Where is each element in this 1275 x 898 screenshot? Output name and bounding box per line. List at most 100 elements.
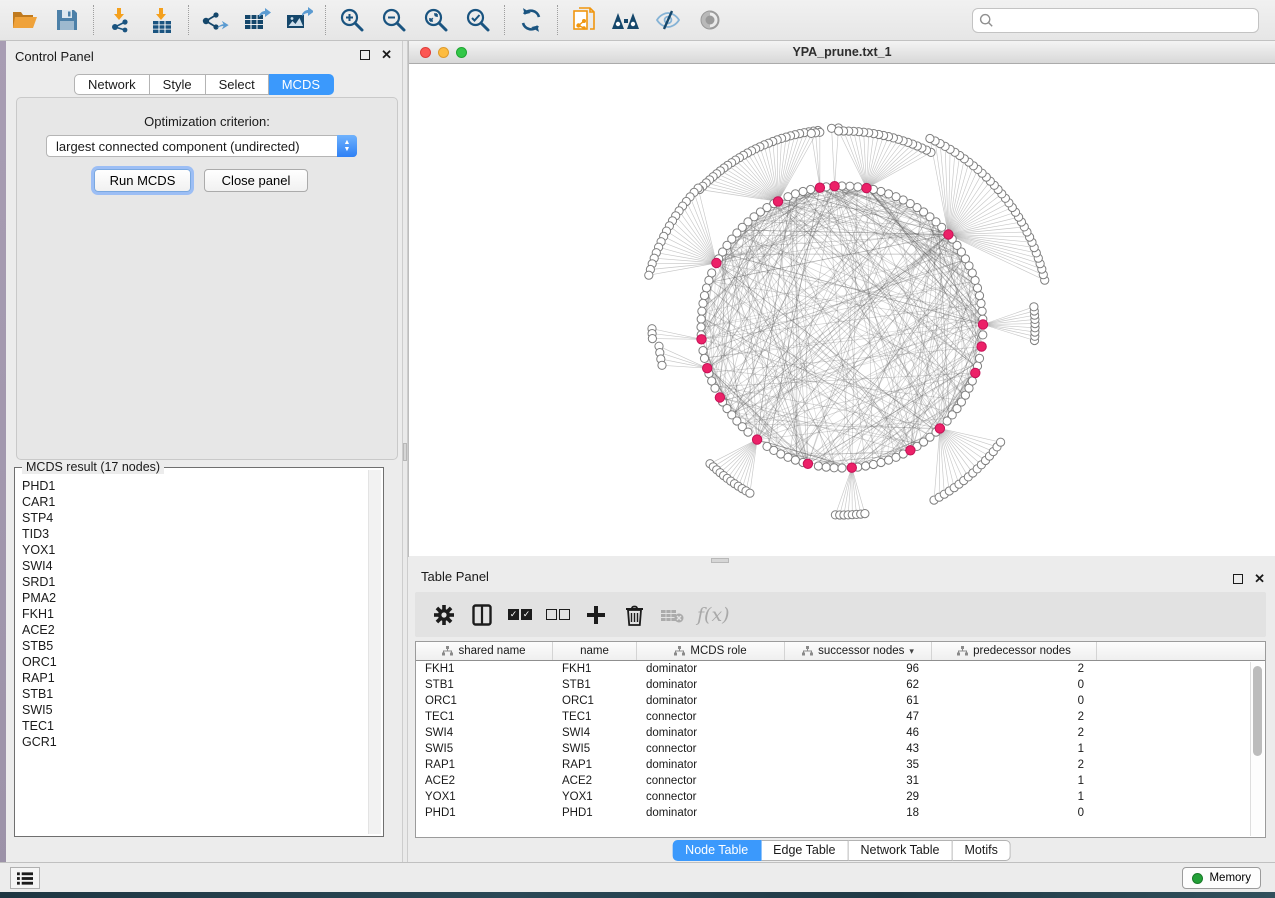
window-close-button[interactable] [420, 47, 431, 58]
table-row[interactable]: SWI5SWI5connector431 [416, 741, 1265, 757]
control-panel: Control Panel ✕ NetworkStyleSelectMCDS O… [6, 41, 402, 862]
tab-network[interactable]: Network [74, 74, 150, 95]
mcds-result-item[interactable]: STP4 [17, 510, 367, 526]
delete-columns-button[interactable] [621, 602, 647, 628]
zoom-selected-button[interactable] [457, 3, 499, 37]
birds-eye-view-icon [611, 9, 641, 31]
table-row[interactable]: RAP1RAP1dominator352 [416, 757, 1265, 773]
window-zoom-button[interactable] [456, 47, 467, 58]
table-row[interactable]: FKH1FKH1dominator962 [416, 661, 1265, 677]
export-table-button[interactable] [236, 3, 278, 37]
import-table-button[interactable] [141, 3, 183, 37]
mcds-result-item[interactable]: PMA2 [17, 590, 367, 606]
show-columns-button[interactable] [469, 602, 495, 628]
cell: YOX1 [553, 789, 637, 805]
show-graphics-details-button[interactable] [689, 3, 731, 37]
mcds-result-item[interactable]: YOX1 [17, 542, 367, 558]
mcds-result-item[interactable]: ACE2 [17, 622, 367, 638]
close-panel-button[interactable]: Close panel [204, 169, 308, 192]
float-panel-icon[interactable] [360, 50, 370, 60]
column-header-name[interactable]: name [553, 642, 637, 660]
mcds-result-item[interactable]: ORC1 [17, 654, 367, 670]
cell: 61 [785, 693, 932, 709]
window-minimize-button[interactable] [438, 47, 449, 58]
delete-table-button[interactable] [659, 602, 685, 628]
open-network-file-button[interactable] [563, 3, 605, 37]
table-row[interactable]: YOX1YOX1connector291 [416, 789, 1265, 805]
mcds-list-scrollbar[interactable] [368, 470, 381, 834]
column-header-MCDS-role[interactable]: MCDS role [637, 642, 785, 660]
hide-graphics-details-button[interactable] [647, 3, 689, 37]
network-view-window: YPA_prune.txt_1 [408, 41, 1275, 557]
table-row[interactable]: STB1STB1dominator620 [416, 677, 1265, 693]
horizontal-splitter[interactable] [408, 557, 1275, 565]
mcds-result-item[interactable]: SWI5 [17, 702, 367, 718]
tab-select[interactable]: Select [206, 74, 269, 95]
close-panel-icon[interactable]: ✕ [1254, 574, 1265, 584]
tab-mcds[interactable]: MCDS [269, 74, 334, 95]
cell: 2 [932, 757, 1097, 773]
import-network-button[interactable] [99, 3, 141, 37]
save-session-button[interactable] [46, 3, 88, 37]
mcds-result-item[interactable]: RAP1 [17, 670, 367, 686]
export-network-icon [202, 7, 229, 33]
mcds-result-item[interactable]: STB5 [17, 638, 367, 654]
criterion-select[interactable]: largest connected component (undirected)… [46, 135, 357, 157]
network-window-titlebar[interactable]: YPA_prune.txt_1 [409, 41, 1275, 64]
network-canvas[interactable] [409, 64, 1275, 556]
refresh-view-button[interactable] [510, 3, 552, 37]
tab-node-table[interactable]: Node Table [672, 840, 761, 861]
toolbar-separator [93, 5, 94, 35]
cell: dominator [637, 725, 785, 741]
search-input[interactable] [994, 12, 1252, 28]
scrollbar-thumb[interactable] [1253, 666, 1262, 756]
main-toolbar [0, 0, 1275, 41]
table-scrollbar[interactable] [1250, 662, 1264, 836]
mcds-result-item[interactable]: TID3 [17, 526, 367, 542]
memory-button[interactable]: Memory [1182, 867, 1261, 889]
mcds-result-item[interactable]: GCR1 [17, 734, 367, 750]
mcds-result-item[interactable]: TEC1 [17, 718, 367, 734]
unchecked-box-icon [546, 609, 557, 620]
network-window-title: YPA_prune.txt_1 [409, 41, 1275, 63]
zoom-out-button[interactable] [373, 3, 415, 37]
task-history-button[interactable] [10, 867, 40, 889]
column-header-predecessor-nodes[interactable]: predecessor nodes [932, 642, 1097, 660]
cell: STB1 [416, 677, 553, 693]
mcds-result-item[interactable]: FKH1 [17, 606, 367, 622]
tab-edge-table[interactable]: Edge Table [761, 840, 848, 861]
close-panel-icon[interactable]: ✕ [381, 50, 392, 60]
function-builder-button[interactable]: f(x) [697, 604, 730, 626]
open-file-button[interactable] [4, 3, 46, 37]
unselect-all-columns-button[interactable] [545, 602, 571, 628]
mcds-result-item[interactable]: STB1 [17, 686, 367, 702]
attribute-icon [802, 646, 813, 656]
tab-network-table[interactable]: Network Table [849, 840, 953, 861]
desktop-wallpaper-bottom [0, 892, 1275, 898]
table-row[interactable]: ORC1ORC1dominator610 [416, 693, 1265, 709]
table-row[interactable]: ACE2ACE2connector311 [416, 773, 1265, 789]
add-column-button[interactable] [583, 602, 609, 628]
run-mcds-button[interactable]: Run MCDS [94, 169, 191, 192]
zoom-fit-button[interactable] [415, 3, 457, 37]
splitter-grip[interactable] [711, 558, 729, 563]
column-header-successor-nodes[interactable]: successor nodes▾ [785, 642, 932, 660]
mcds-result-item[interactable]: PHD1 [17, 478, 367, 494]
table-row[interactable]: TEC1TEC1connector472 [416, 709, 1265, 725]
table-settings-button[interactable] [431, 602, 457, 628]
export-network-button[interactable] [194, 3, 236, 37]
table-row[interactable]: SWI4SWI4dominator462 [416, 725, 1265, 741]
table-row[interactable]: PHD1PHD1dominator180 [416, 805, 1265, 821]
splitter-grip[interactable] [403, 443, 407, 461]
tab-style[interactable]: Style [150, 74, 206, 95]
mcds-result-item[interactable]: CAR1 [17, 494, 367, 510]
mcds-result-item[interactable]: SWI4 [17, 558, 367, 574]
mcds-result-item[interactable]: SRD1 [17, 574, 367, 590]
zoom-in-button[interactable] [331, 3, 373, 37]
birds-eye-view-button[interactable] [605, 3, 647, 37]
float-panel-icon[interactable] [1233, 574, 1243, 584]
tab-motifs[interactable]: Motifs [952, 840, 1010, 861]
column-header-shared-name[interactable]: shared name [416, 642, 553, 660]
export-image-button[interactable] [278, 3, 320, 37]
select-all-columns-button[interactable]: ✓✓ [507, 602, 533, 628]
